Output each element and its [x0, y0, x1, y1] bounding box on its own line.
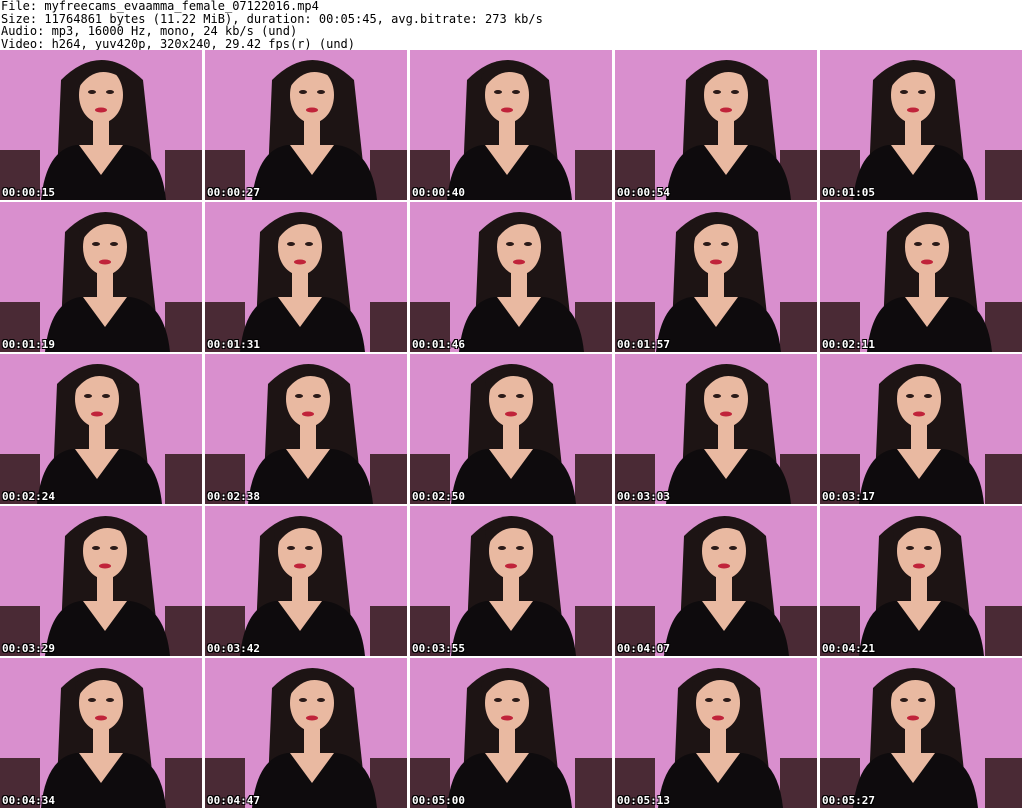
- webcam-frame-image: [410, 658, 612, 808]
- frame-timestamp: 00:05:27: [822, 794, 875, 807]
- video-frame-thumbnail: 00:04:34: [0, 658, 202, 808]
- video-frame-thumbnail: 00:05:00: [410, 658, 612, 808]
- frame-timestamp: 00:04:34: [2, 794, 55, 807]
- webcam-frame-image: [615, 202, 817, 352]
- file-info-header: File: myfreecams_evaamma_female_07122016…: [0, 0, 1024, 50]
- webcam-frame-image: [820, 202, 1022, 352]
- webcam-frame-image: [205, 202, 407, 352]
- video-frame-thumbnail: 00:01:31: [205, 202, 407, 352]
- video-frame-thumbnail: 00:00:40: [410, 50, 612, 200]
- webcam-frame-image: [820, 506, 1022, 656]
- webcam-frame-image: [820, 354, 1022, 504]
- video-frame-thumbnail: 00:04:21: [820, 506, 1022, 656]
- webcam-frame-image: [410, 202, 612, 352]
- video-frame-thumbnail: 00:01:19: [0, 202, 202, 352]
- video-info-line: Video: h264, yuv420p, 320x240, 29.42 fps…: [1, 36, 356, 51]
- frame-timestamp: 00:01:19: [2, 338, 55, 351]
- video-frame-thumbnail: 00:03:03: [615, 354, 817, 504]
- thumbnail-grid: 00:00:15 00:00:27 00:00:40 00:00:54 00:01:05…: [0, 50, 1024, 811]
- frame-timestamp: 00:03:55: [412, 642, 465, 655]
- frame-timestamp: 00:05:00: [412, 794, 465, 807]
- frame-timestamp: 00:02:50: [412, 490, 465, 503]
- frame-timestamp: 00:04:47: [207, 794, 260, 807]
- webcam-frame-image: [615, 506, 817, 656]
- video-frame-thumbnail: 00:05:13: [615, 658, 817, 808]
- video-frame-thumbnail: 00:00:15: [0, 50, 202, 200]
- video-frame-thumbnail: 00:03:55: [410, 506, 612, 656]
- webcam-frame-image: [820, 50, 1022, 200]
- webcam-frame-image: [0, 354, 202, 504]
- webcam-frame-image: [410, 506, 612, 656]
- frame-timestamp: 00:02:38: [207, 490, 260, 503]
- video-frame-thumbnail: 00:03:17: [820, 354, 1022, 504]
- frame-timestamp: 00:04:21: [822, 642, 875, 655]
- webcam-frame-image: [205, 658, 407, 808]
- frame-timestamp: 00:02:11: [822, 338, 875, 351]
- video-frame-thumbnail: 00:02:24: [0, 354, 202, 504]
- frame-timestamp: 00:00:40: [412, 186, 465, 199]
- frame-timestamp: 00:03:29: [2, 642, 55, 655]
- video-frame-thumbnail: 00:00:27: [205, 50, 407, 200]
- webcam-frame-image: [0, 506, 202, 656]
- frame-timestamp: 00:00:54: [617, 186, 670, 199]
- frame-timestamp: 00:01:05: [822, 186, 875, 199]
- webcam-frame-image: [0, 50, 202, 200]
- frame-timestamp: 00:01:57: [617, 338, 670, 351]
- webcam-frame-image: [0, 202, 202, 352]
- webcam-frame-image: [205, 50, 407, 200]
- frame-timestamp: 00:02:24: [2, 490, 55, 503]
- frame-timestamp: 00:00:27: [207, 186, 260, 199]
- video-frame-thumbnail: 00:02:50: [410, 354, 612, 504]
- video-frame-thumbnail: 00:05:27: [820, 658, 1022, 808]
- video-frame-thumbnail: 00:04:07: [615, 506, 817, 656]
- video-frame-thumbnail: 00:03:29: [0, 506, 202, 656]
- frame-timestamp: 00:01:46: [412, 338, 465, 351]
- frame-timestamp: 00:03:03: [617, 490, 670, 503]
- webcam-frame-image: [410, 354, 612, 504]
- file-name-line: File: myfreecams_evaamma_female_07122016…: [1, 0, 319, 13]
- frame-timestamp: 00:05:13: [617, 794, 670, 807]
- frame-timestamp: 00:00:15: [2, 186, 55, 199]
- audio-info-line: Audio: mp3, 16000 Hz, mono, 24 kb/s (und…: [1, 24, 298, 38]
- frame-timestamp: 00:04:07: [617, 642, 670, 655]
- video-frame-thumbnail: 00:01:57: [615, 202, 817, 352]
- video-frame-thumbnail: 00:01:05: [820, 50, 1022, 200]
- webcam-frame-image: [820, 658, 1022, 808]
- webcam-frame-image: [615, 658, 817, 808]
- video-frame-thumbnail: 00:00:54: [615, 50, 817, 200]
- video-frame-thumbnail: 00:03:42: [205, 506, 407, 656]
- frame-timestamp: 00:01:31: [207, 338, 260, 351]
- frame-timestamp: 00:03:17: [822, 490, 875, 503]
- webcam-frame-image: [615, 354, 817, 504]
- frame-timestamp: 00:03:42: [207, 642, 260, 655]
- video-frame-thumbnail: 00:01:46: [410, 202, 612, 352]
- video-frame-thumbnail: 00:02:38: [205, 354, 407, 504]
- video-frame-thumbnail: 00:04:47: [205, 658, 407, 808]
- webcam-frame-image: [205, 506, 407, 656]
- webcam-frame-image: [615, 50, 817, 200]
- webcam-frame-image: [0, 658, 202, 808]
- video-frame-thumbnail: 00:02:11: [820, 202, 1022, 352]
- webcam-frame-image: [205, 354, 407, 504]
- webcam-frame-image: [410, 50, 612, 200]
